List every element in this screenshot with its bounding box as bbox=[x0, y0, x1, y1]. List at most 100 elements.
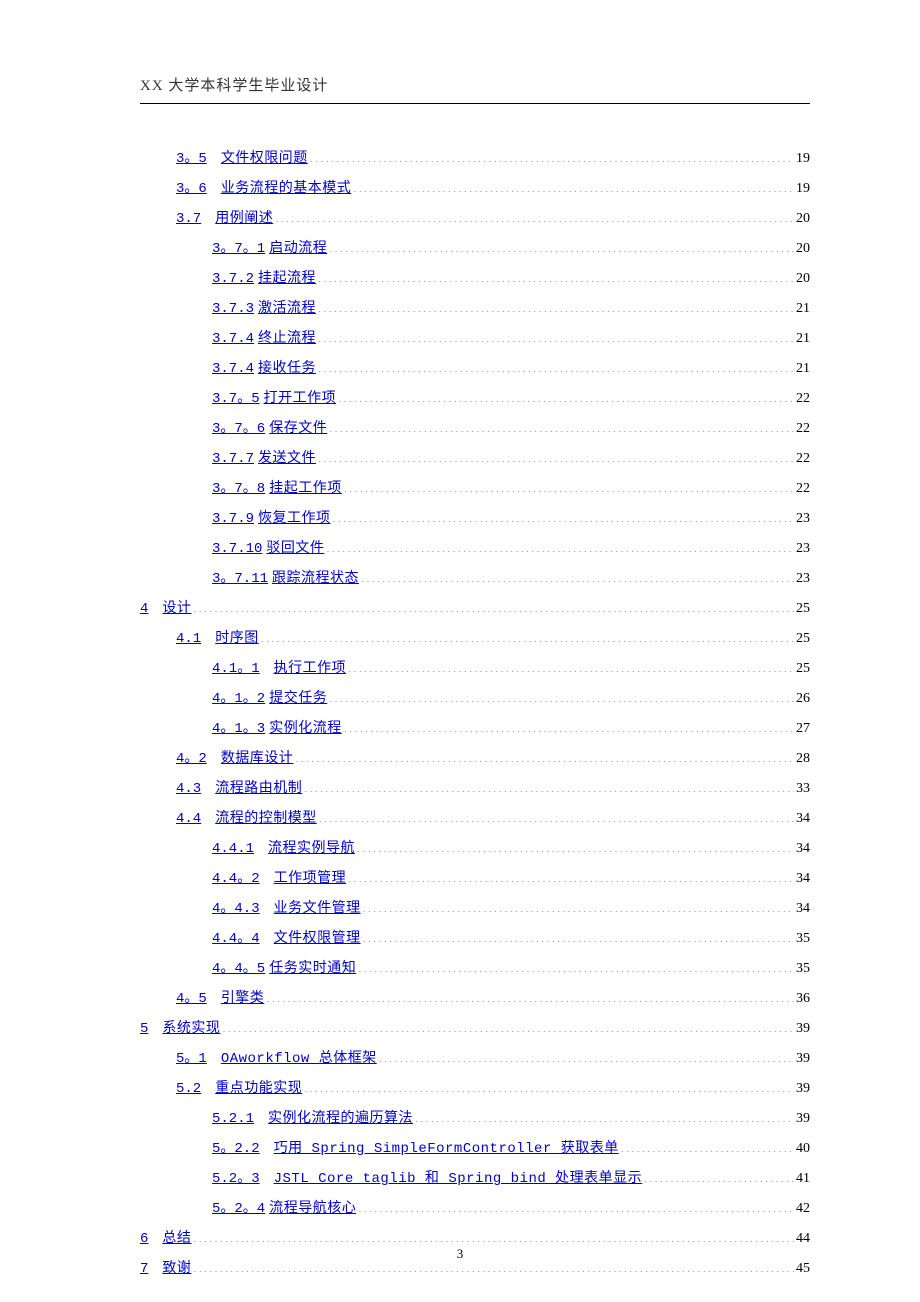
toc-entry-number-link[interactable]: 5.2 bbox=[176, 1079, 201, 1100]
toc-entry-number-link[interactable]: 3.7.10 bbox=[212, 539, 262, 560]
toc-entry-number-link[interactable]: 4 bbox=[140, 599, 148, 620]
toc-entry-title-link[interactable]: 实例化流程 bbox=[269, 719, 342, 740]
toc-entry: 3.7.4接收任务 21 bbox=[140, 358, 810, 380]
toc-leader-dots bbox=[220, 1019, 794, 1032]
toc-entry-title-link[interactable]: 用例阐述 bbox=[215, 209, 273, 230]
toc-entry-number-link[interactable]: 3.7.4 bbox=[212, 329, 254, 350]
toc-entry-page: 28 bbox=[794, 748, 810, 769]
toc-entry-number-link[interactable]: 3。7。8 bbox=[212, 479, 265, 500]
toc-entry-title-link[interactable]: 实例化流程的遍历算法 bbox=[268, 1109, 413, 1130]
toc-entry-number-link[interactable]: 4.4。2 bbox=[212, 869, 260, 890]
toc-entry-number-link[interactable]: 3.7.4 bbox=[212, 359, 254, 380]
toc-entry-title-link[interactable]: 重点功能实现 bbox=[215, 1079, 302, 1100]
toc-entry-number-link[interactable]: 4。5 bbox=[176, 989, 207, 1010]
toc-entry-number-link[interactable]: 3。7。6 bbox=[212, 419, 265, 440]
toc-entry-page: 20 bbox=[794, 238, 810, 259]
toc-entry-number-link[interactable]: 4.4。4 bbox=[212, 929, 260, 950]
toc-entry-title-link[interactable]: 文件权限问题 bbox=[221, 149, 308, 170]
toc-leader-dots bbox=[619, 1139, 794, 1152]
toc-entry-number-link[interactable]: 3.7.7 bbox=[212, 449, 254, 470]
toc-entry-title-link[interactable]: 发送文件 bbox=[258, 449, 316, 470]
toc-entry-number-link[interactable]: 4.3 bbox=[176, 779, 201, 800]
toc-entry-title-link[interactable]: 引擎类 bbox=[221, 989, 265, 1010]
toc-entry-title-link[interactable]: 流程导航核心 bbox=[269, 1199, 356, 1220]
toc-entry-number-link[interactable]: 4。4.3 bbox=[212, 899, 260, 920]
toc-entry-title-link[interactable]: 流程实例导航 bbox=[268, 839, 355, 860]
toc-entry-title-link[interactable]: 恢复工作项 bbox=[258, 509, 331, 530]
toc-entry-title-link[interactable]: 挂起工作项 bbox=[269, 479, 342, 500]
toc-entry-title-link[interactable]: 终止流程 bbox=[258, 329, 316, 350]
toc-leader-dots bbox=[316, 299, 794, 312]
toc-entry: 3.7 用例阐述 20 bbox=[140, 208, 810, 230]
toc-entry-number-link[interactable]: 5.2。3 bbox=[212, 1169, 260, 1190]
toc-entry: 4。1。3实例化流程 27 bbox=[140, 718, 810, 740]
toc-entry-title-link[interactable]: 系统实现 bbox=[162, 1019, 220, 1040]
toc-entry-number-link[interactable]: 3.7.3 bbox=[212, 299, 254, 320]
toc-leader-dots bbox=[346, 869, 794, 882]
toc-entry-number-link[interactable]: 5。2。4 bbox=[212, 1199, 265, 1220]
toc-entry-number-link[interactable]: 4.1 bbox=[176, 629, 201, 650]
toc-entry-title-link[interactable]: 驳回文件 bbox=[266, 539, 324, 560]
toc-entry-title-link[interactable]: 任务实时通知 bbox=[269, 959, 356, 980]
toc-entry: 4。1。2提交任务 26 bbox=[140, 688, 810, 710]
toc-entry: 4.4。4文件权限管理 35 bbox=[140, 928, 810, 950]
toc-entry: 4.4 流程的控制模型 34 bbox=[140, 808, 810, 830]
toc-entry-page: 39 bbox=[794, 1018, 810, 1039]
toc-entry-number-link[interactable]: 4。1。2 bbox=[212, 689, 265, 710]
toc-entry-page: 23 bbox=[794, 508, 810, 529]
toc-entry-page: 34 bbox=[794, 808, 810, 829]
toc-entry-title-link[interactable]: OAworkflow 总体框架 bbox=[221, 1049, 377, 1070]
toc-entry-number-link[interactable]: 3.7。5 bbox=[212, 389, 260, 410]
toc-entry-number-link[interactable]: 7 bbox=[140, 1259, 148, 1280]
toc-entry-title-link[interactable]: 文件权限管理 bbox=[274, 929, 361, 950]
toc-entry-title-link[interactable]: JSTL Core taglib 和 Spring bind 处理表单显示 bbox=[274, 1169, 643, 1190]
toc-entry-title-link[interactable]: 挂起流程 bbox=[258, 269, 316, 290]
toc-entry-number-link[interactable]: 4。1。3 bbox=[212, 719, 265, 740]
toc-entry-number-link[interactable]: 3.7 bbox=[176, 209, 201, 230]
toc-entry-number-link[interactable]: 4.4.1 bbox=[212, 839, 254, 860]
toc-entry-number-link[interactable]: 5。1 bbox=[176, 1049, 207, 1070]
toc-entry-title-link[interactable]: 设计 bbox=[162, 599, 191, 620]
toc-entry-number-link[interactable]: 4.4 bbox=[176, 809, 201, 830]
toc-entry-number-link[interactable]: 3.7.9 bbox=[212, 509, 254, 530]
table-of-contents: 3。5文件权限问题 193。6业务流程的基本模式 193.7用例阐述 203。7… bbox=[140, 148, 810, 1280]
toc-entry: 4。4。5任务实时通知 35 bbox=[140, 958, 810, 980]
toc-entry-number-link[interactable]: 5。2.2 bbox=[212, 1139, 260, 1160]
toc-entry-number-link[interactable]: 3。5 bbox=[176, 149, 207, 170]
toc-entry-number-link[interactable]: 3。7。1 bbox=[212, 239, 265, 260]
toc-entry-number-link[interactable]: 5.2.1 bbox=[212, 1109, 254, 1130]
toc-entry-number-link[interactable]: 5 bbox=[140, 1019, 148, 1040]
toc-leader-dots bbox=[317, 809, 794, 822]
toc-entry-page: 34 bbox=[794, 838, 810, 859]
toc-entry-page: 20 bbox=[794, 208, 810, 229]
toc-leader-dots bbox=[308, 149, 794, 162]
toc-entry-title-link[interactable]: 跟踪流程状态 bbox=[272, 569, 359, 590]
toc-entry-title-link[interactable]: 工作项管理 bbox=[274, 869, 347, 890]
toc-entry-number-link[interactable]: 3。7.11 bbox=[212, 569, 268, 590]
toc-leader-dots bbox=[377, 1049, 794, 1062]
toc-entry-number-link[interactable]: 4。4。5 bbox=[212, 959, 265, 980]
toc-entry-number-link[interactable]: 4。2 bbox=[176, 749, 207, 770]
toc-entry: 3.7.7发送文件 22 bbox=[140, 448, 810, 470]
toc-entry-title-link[interactable]: 业务文件管理 bbox=[274, 899, 361, 920]
toc-entry-title-link[interactable]: 打开工作项 bbox=[264, 389, 337, 410]
toc-entry-page: 22 bbox=[794, 418, 810, 439]
toc-entry-title-link[interactable]: 流程的控制模型 bbox=[215, 809, 317, 830]
toc-entry-number-link[interactable]: 3.7.2 bbox=[212, 269, 254, 290]
toc-entry-title-link[interactable]: 时序图 bbox=[215, 629, 259, 650]
toc-entry-number-link[interactable]: 3。6 bbox=[176, 179, 207, 200]
toc-entry-title-link[interactable]: 提交任务 bbox=[269, 689, 327, 710]
toc-entry-title-link[interactable]: 致谢 bbox=[162, 1259, 191, 1280]
toc-leader-dots bbox=[336, 389, 794, 402]
toc-entry-title-link[interactable]: 执行工作项 bbox=[274, 659, 347, 680]
toc-entry-title-link[interactable]: 巧用 Spring SimpleFormController 获取表单 bbox=[274, 1139, 619, 1160]
toc-entry-number-link[interactable]: 4.1。1 bbox=[212, 659, 260, 680]
toc-entry-title-link[interactable]: 流程路由机制 bbox=[215, 779, 302, 800]
toc-entry-page: 34 bbox=[794, 898, 810, 919]
toc-entry-title-link[interactable]: 启动流程 bbox=[269, 239, 327, 260]
toc-entry-title-link[interactable]: 数据库设计 bbox=[221, 749, 294, 770]
toc-entry-title-link[interactable]: 激活流程 bbox=[258, 299, 316, 320]
toc-entry-title-link[interactable]: 接收任务 bbox=[258, 359, 316, 380]
toc-entry-title-link[interactable]: 业务流程的基本模式 bbox=[221, 179, 352, 200]
toc-entry-title-link[interactable]: 保存文件 bbox=[269, 419, 327, 440]
